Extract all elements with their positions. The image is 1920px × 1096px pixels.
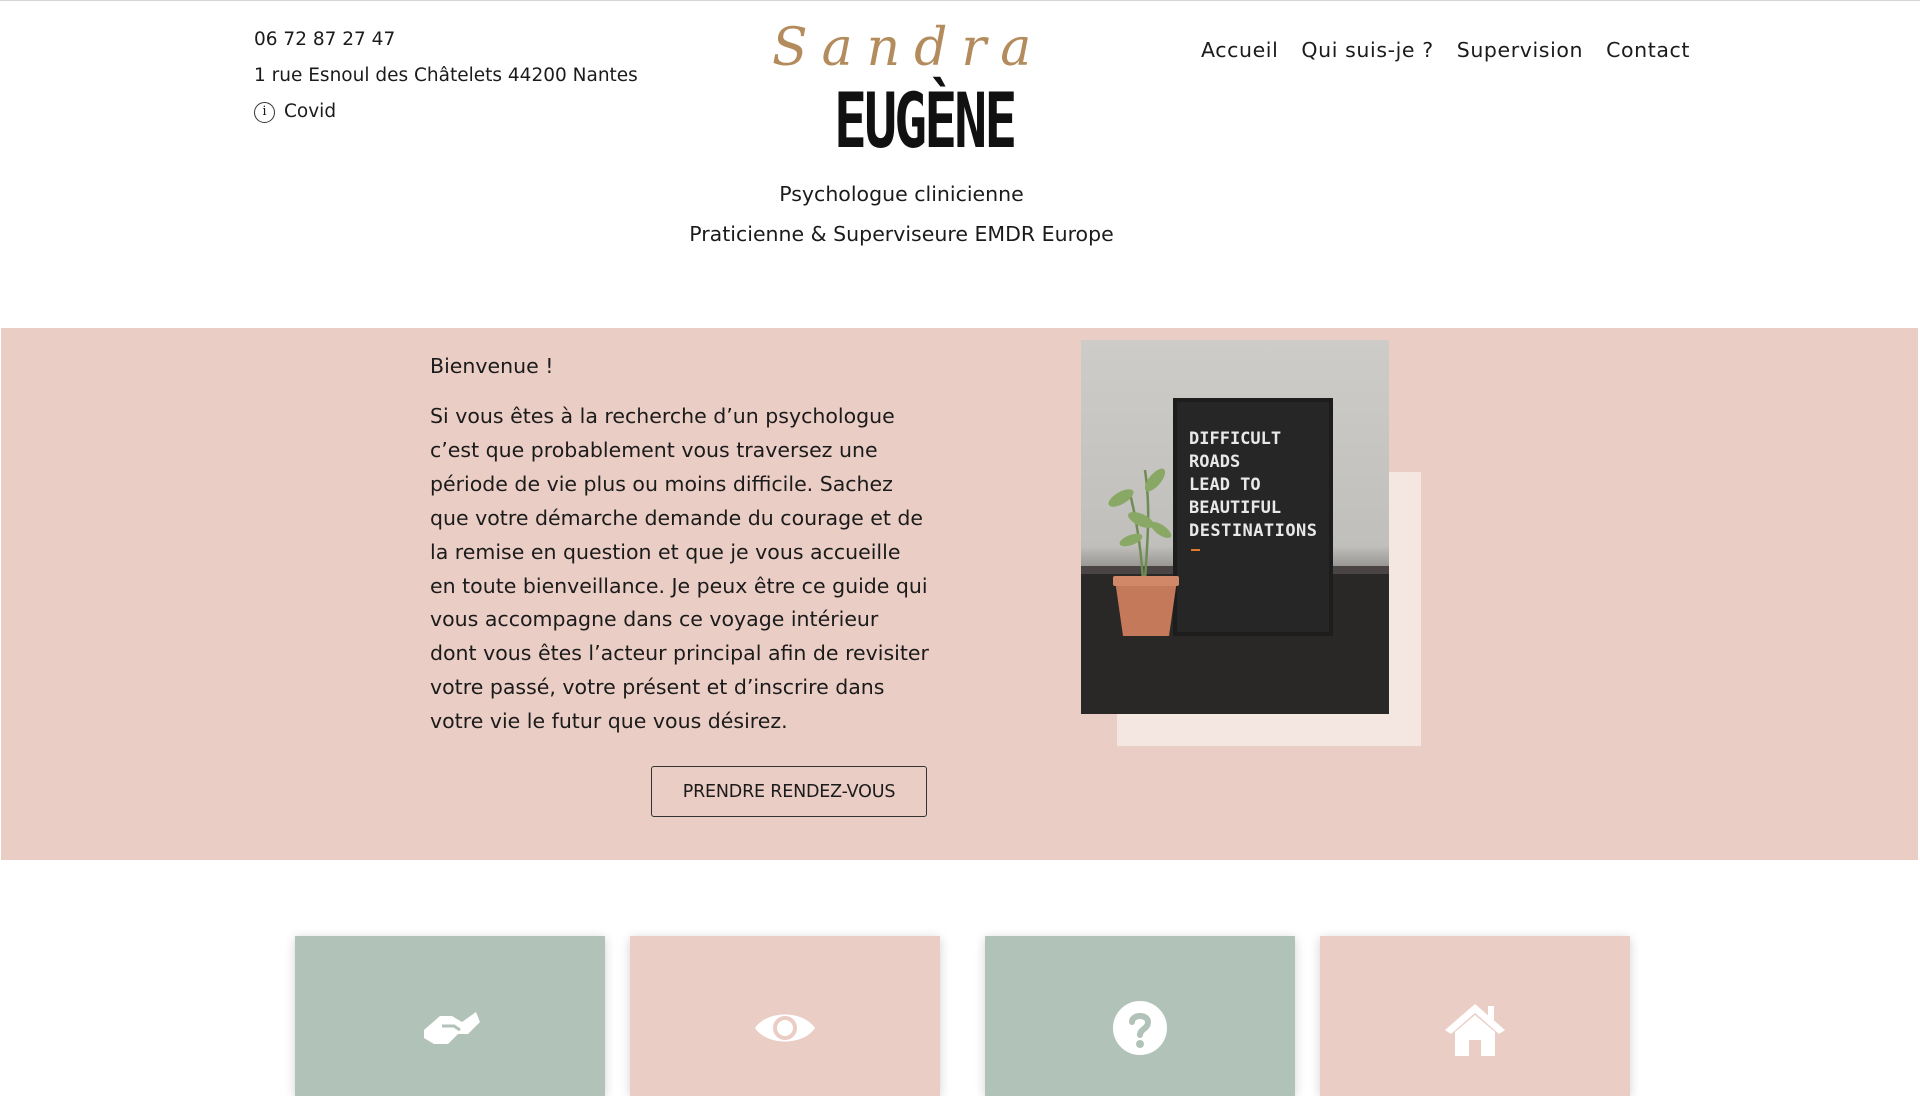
top-divider [0, 0, 1920, 1]
home-icon [1445, 1004, 1505, 1056]
nav-accueil[interactable]: Accueil [1201, 38, 1278, 62]
hero-photo: DIFFICULT ROADS LEAD TO BEAUTIFUL DESTIN… [1081, 340, 1389, 714]
address: 1 rue Esnoul des Châtelets 44200 Nantes [254, 65, 638, 86]
nav-qui-suis-je[interactable]: Qui suis-je ? [1301, 38, 1433, 62]
hero-section: Bienvenue ! Si vous êtes à la recherche … [1, 328, 1918, 860]
intro-paragraph: Si vous êtes à la recherche d’un psychol… [430, 404, 929, 734]
welcome-heading: Bienvenue ! [430, 354, 554, 378]
logo-first-name: Sandra [772, 18, 1046, 78]
board-line: BEAUTIFUL [1189, 498, 1281, 518]
contact-info: 06 72 87 27 47 1 rue Esnoul des Châtelet… [254, 22, 638, 130]
board-line: DESTINATIONS [1189, 521, 1317, 541]
handshake-icon [424, 1012, 480, 1044]
nav-supervision[interactable]: Supervision [1457, 38, 1583, 62]
tagline-profession: Psychologue clinicienne [779, 182, 1024, 206]
eye-icon [755, 1014, 815, 1042]
service-card[interactable] [630, 936, 940, 1096]
nav-contact[interactable]: Contact [1606, 38, 1690, 62]
board-line: DIFFICULT [1189, 429, 1281, 449]
question-circle-icon [1113, 1001, 1167, 1055]
service-card[interactable] [1320, 936, 1630, 1096]
main-nav: Accueil Qui suis-je ? Supervision Contac… [1201, 38, 1690, 62]
appointment-button[interactable]: PRENDRE RENDEZ-VOUS [651, 766, 927, 817]
service-card[interactable] [295, 936, 605, 1096]
board-line: LEAD TO [1189, 475, 1261, 495]
info-icon: i [254, 101, 275, 123]
service-card[interactable] [985, 936, 1295, 1096]
tagline-emdr: Praticienne & Superviseure EMDR Europe [689, 222, 1114, 246]
covid-label: Covid [284, 101, 337, 122]
logo-last-name: EUGÈNE [834, 76, 1017, 165]
site-logo[interactable]: Sandra EUGÈNE [760, 14, 1060, 174]
covid-link[interactable]: i Covid [254, 94, 638, 130]
board-line: ROADS [1189, 452, 1240, 472]
phone-number[interactable]: 06 72 87 27 47 [254, 22, 638, 58]
